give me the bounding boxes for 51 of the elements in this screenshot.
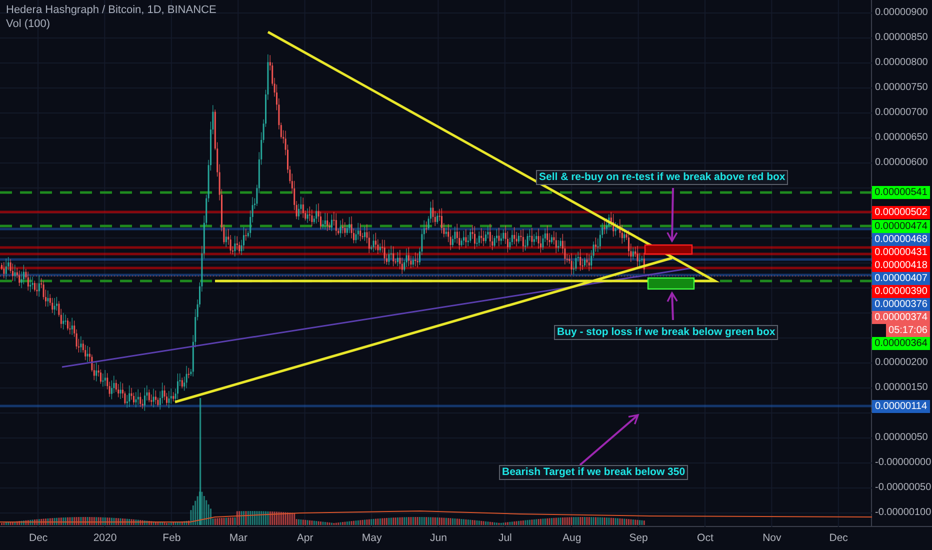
time-label: Dec	[28, 531, 49, 546]
time-label: Apr	[296, 531, 314, 546]
time-label: Sep	[628, 531, 649, 546]
price-badge: 0.00000474	[872, 220, 930, 232]
price-badge: 0.00000502	[872, 206, 930, 218]
annotation-label: Sell & re-buy on re-test if we break above red box	[536, 170, 788, 185]
price-badge: 0.00000114	[872, 400, 930, 412]
price-badge: 0.00000468	[872, 232, 930, 246]
arrow	[666, 292, 678, 320]
price-badge: 0.00000541	[872, 186, 930, 199]
resistance-zone	[644, 244, 693, 255]
support-zone	[647, 277, 695, 290]
price-tick-label: 0.00000150	[875, 381, 928, 395]
time-label: 2020	[92, 531, 118, 546]
countdown-badge: 05:17:06	[886, 324, 930, 336]
price-tick-label: -0.00000100	[875, 506, 932, 520]
price-tick-label: 0.00000900	[875, 6, 928, 20]
price-tick-label: 0.00000200	[875, 356, 928, 370]
time-label: Aug	[562, 531, 582, 546]
time-label: Feb	[162, 531, 182, 546]
price-tick-label: 0.00000050	[875, 431, 928, 445]
price-badge: 0.00000390	[872, 284, 930, 298]
indicator-label: Vol (100)	[6, 18, 52, 31]
time-label: Jun	[429, 531, 448, 546]
price-tick-label: 0.00000850	[875, 31, 928, 45]
time-label: May	[360, 531, 383, 546]
time-label: Jul	[497, 531, 513, 546]
time-label: Dec	[828, 531, 849, 546]
arrow	[666, 188, 678, 242]
time-label: Oct	[696, 531, 714, 546]
price-badge: 0.00000364	[872, 336, 930, 350]
time-axis[interactable]: Dec 2020 Feb Mar Apr May Jun Jul Aug Sep Oct Nov Dec	[0, 527, 932, 550]
annotation-label: Bearish Target if we break below 350	[499, 465, 688, 480]
price-tick-label: 0.00000650	[875, 131, 928, 145]
price-tick-label: -0.00000000	[875, 456, 932, 470]
price-badge: 0.00000418	[872, 258, 930, 272]
price-tick-label: 0.00000800	[875, 56, 928, 70]
price-tick-label: 0.00000700	[875, 106, 928, 120]
arrow	[579, 414, 639, 466]
annotation-label: Buy - stop loss if we break below green box	[554, 325, 778, 340]
price-tick-label: -0.00000050	[875, 481, 932, 495]
price-badge: 0.00000376	[872, 298, 930, 310]
price-badge: 0.00000407	[872, 272, 930, 284]
chart-title: Hedera Hashgraph / Bitcoin, 1D, BINANCE	[6, 4, 216, 17]
price-tick-label: 0.00000750	[875, 81, 928, 95]
price-tick-label: 0.00000600	[875, 156, 928, 170]
price-badge: 0.00000374	[872, 310, 930, 324]
chart-panel[interactable]: Hedera Hashgraph / Bitcoin, 1D, BINANCE Vol (100) Sell & re-buy on re-test if we break above red box Buy - stop loss if we break below green box Bearish Target if we break below 350	[0, 0, 872, 527]
time-label: Mar	[228, 531, 248, 546]
time-label: Nov	[762, 531, 782, 546]
price-badge: 0.00000431	[872, 246, 930, 258]
